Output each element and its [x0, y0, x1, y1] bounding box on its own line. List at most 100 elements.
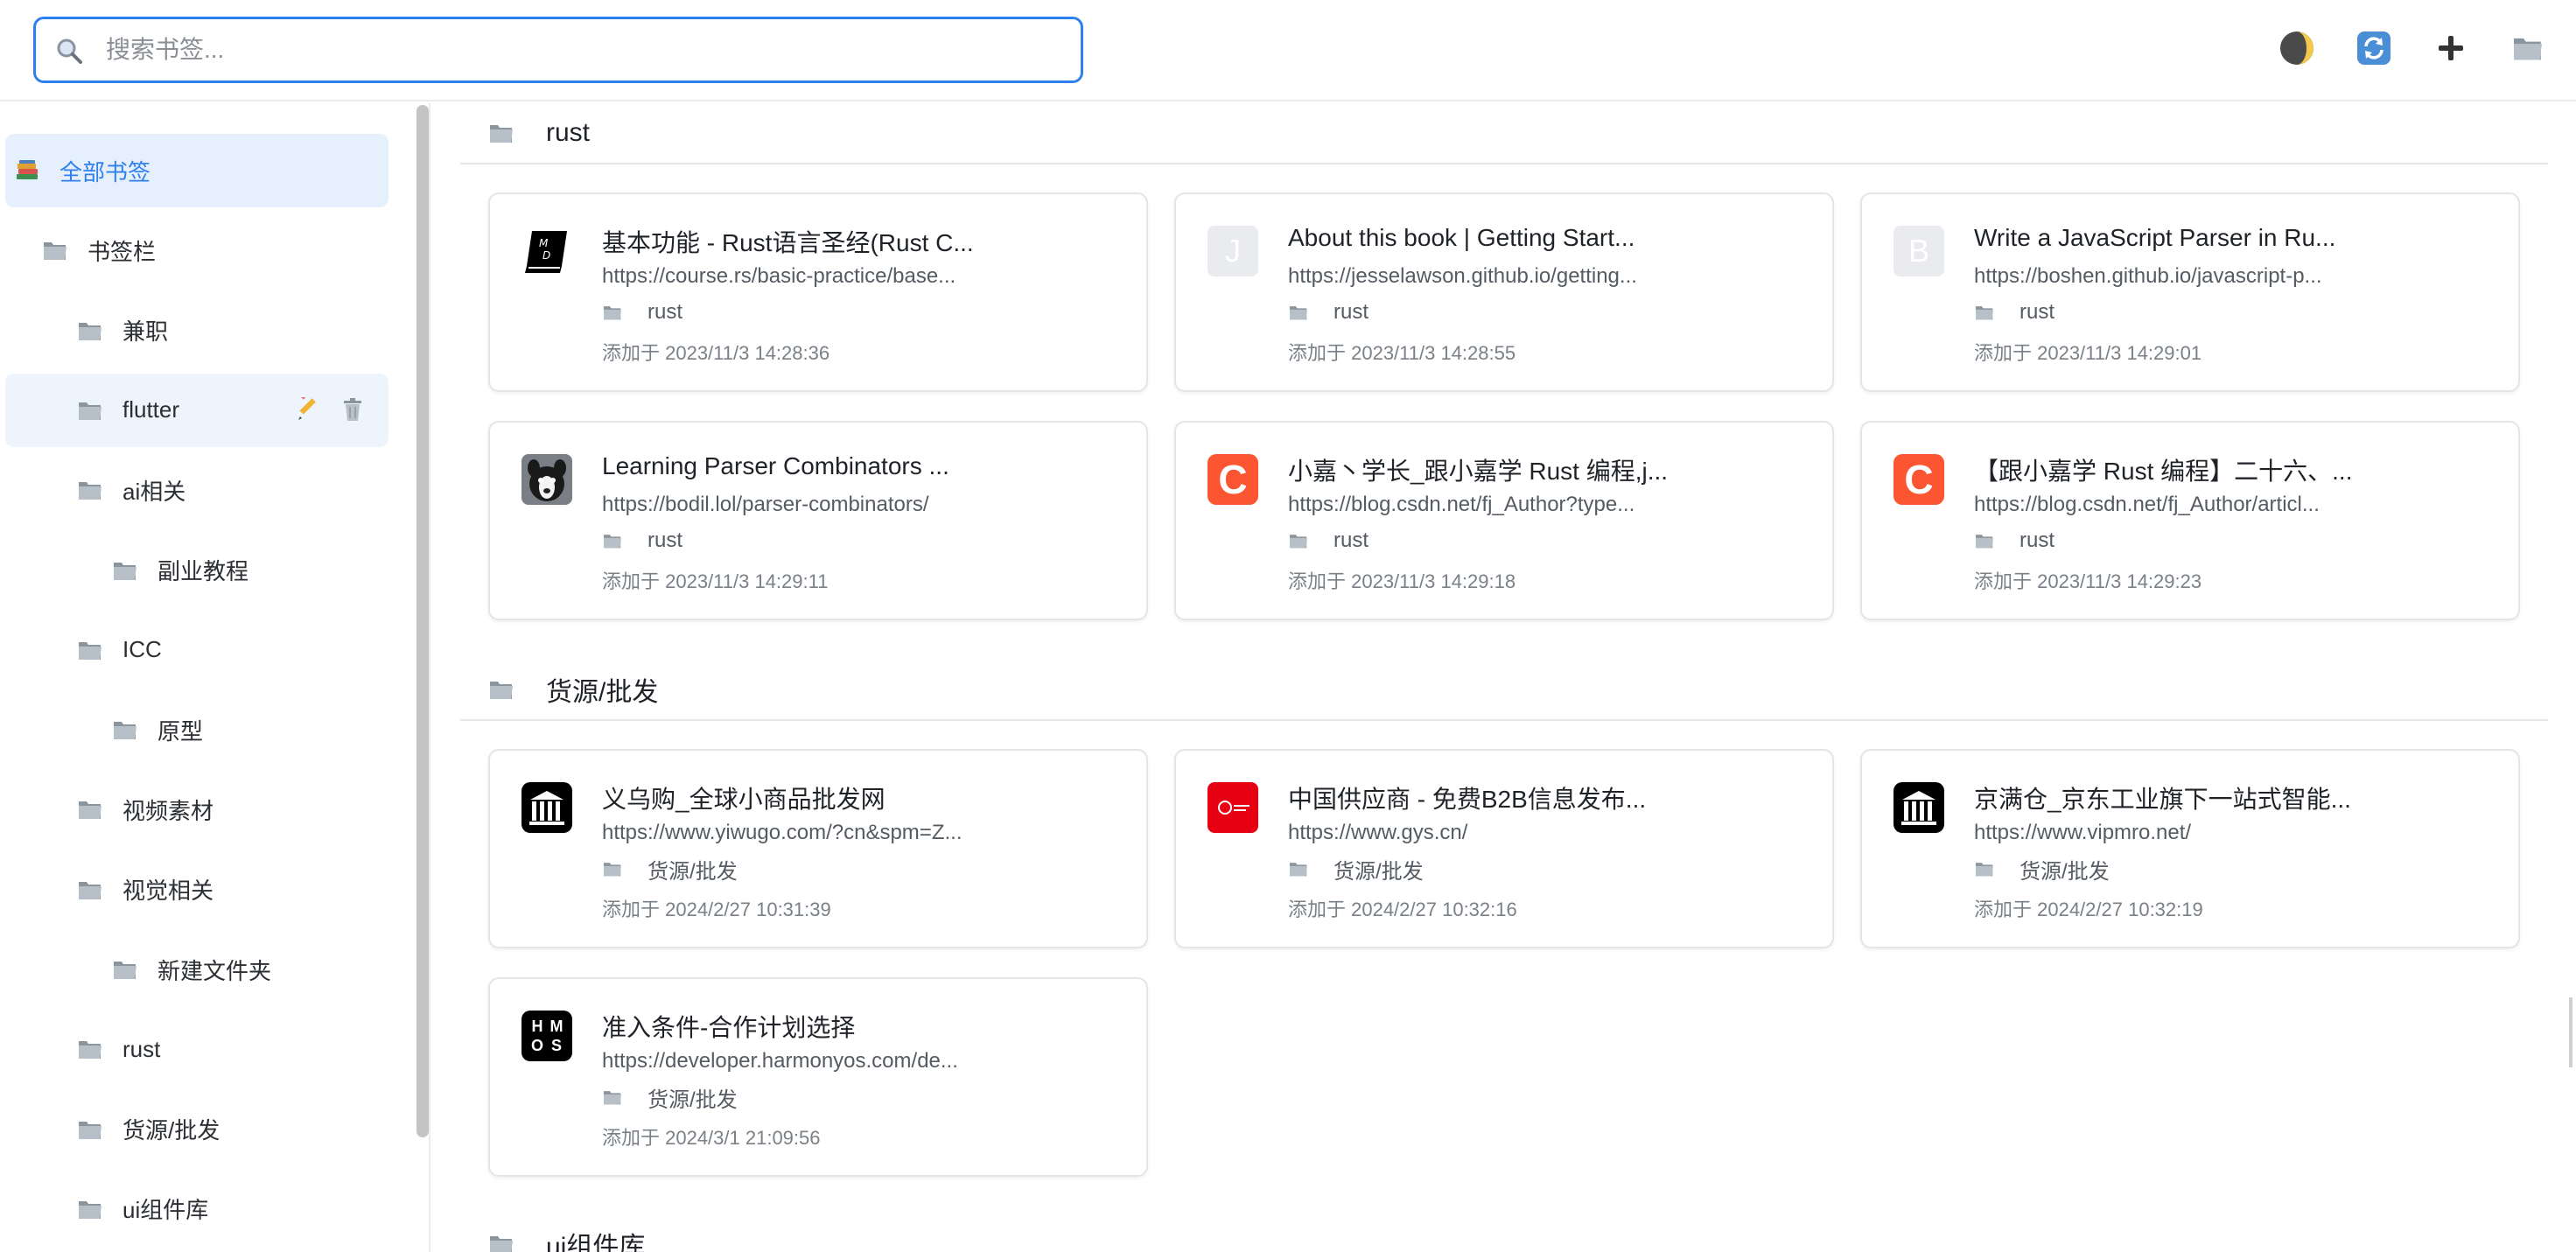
bookmark-folder: rust — [1974, 528, 2054, 554]
bookmark-card[interactable]: J About this book | Getting Start... https… — [1174, 192, 1834, 392]
svg-text:D: D — [542, 249, 550, 262]
bookmark-card[interactable]: 义乌购_全球小商品批发网 https://www.yiwugo.com/?cn&s… — [488, 749, 1148, 948]
bookmark-date: 添加于 2024/2/27 10:31:39 — [602, 899, 831, 920]
sidebar-item-label: 新建文件夹 — [158, 957, 272, 984]
bookmark-title[interactable]: 基本功能 - Rust语言圣经(Rust C... — [602, 224, 1127, 259]
folder-icon — [2514, 38, 2542, 60]
bookmark-card[interactable]: Learning Parser Combinators ... https://b… — [488, 421, 1148, 620]
csdn-letter: C — [1904, 457, 1934, 502]
bookmark-title[interactable]: 中国供应商 - 免费B2B信息发布... — [1288, 780, 1813, 815]
bookmark-card[interactable]: B Write a JavaScript Parser in Ru... https… — [1860, 192, 2520, 392]
section-title: ui组件库 — [546, 1233, 646, 1252]
search-input[interactable] — [106, 28, 1051, 72]
bookmark-date: 添加于 2023/11/3 14:29:11 — [602, 570, 829, 592]
sidebar-item[interactable]: 货源/批发 — [5, 1093, 388, 1166]
folder-icon — [44, 242, 66, 261]
bookmark-url: https://www.vipmro.net/ — [1974, 821, 2192, 844]
folder-icon — [79, 1121, 102, 1139]
sidebar-item[interactable]: 副业教程 — [5, 534, 388, 607]
bookmark-card[interactable]: C 【跟小嘉学 Rust 编程】二十六、... https://blog.csdn.… — [1860, 421, 2520, 620]
folder-icon — [114, 722, 136, 740]
sidebar-item[interactable]: 原型 — [5, 693, 388, 766]
search-box[interactable] — [33, 17, 1083, 83]
bookmark-folder-name: rust — [1334, 528, 1369, 552]
folder-icon — [79, 322, 102, 340]
bookmark-url: https://blog.csdn.net/fj_Author/articl..… — [1974, 493, 2320, 516]
bookmark-card[interactable]: C 小嘉丶学长_跟小嘉学 Rust 编程,j... https://blog.csd… — [1174, 421, 1834, 620]
edit-folder-button[interactable] — [294, 396, 320, 423]
sidebar-item-label: 视觉相关 — [122, 878, 214, 905]
bookmark-url: https://blog.csdn.net/fj_Author?type... — [1288, 493, 1635, 516]
delete-folder-button[interactable] — [340, 396, 366, 423]
sidebar-item[interactable]: flutter — [5, 373, 388, 447]
folder-icon — [1976, 306, 1993, 320]
bookmark-folder: 货源/批发 — [602, 856, 738, 884]
section-title: 货源/批发 — [546, 678, 659, 707]
bookmark-title[interactable]: Learning Parser Combinators ... — [602, 452, 1127, 480]
bookmark-title[interactable]: 京满仓_京东工业旗下一站式智能... — [1974, 780, 2499, 815]
sidebar-item[interactable]: 新建文件夹 — [5, 933, 388, 1006]
theme-toggle-button[interactable] — [2275, 26, 2319, 70]
sidebar-item[interactable]: ai相关 — [5, 453, 388, 527]
bookmark-title[interactable]: 准入条件-合作计划选择 — [602, 1009, 1127, 1044]
sidebar-item[interactable]: ICC — [5, 613, 388, 687]
svg-text:M: M — [539, 237, 549, 249]
sidebar-item-label: 货源/批发 — [122, 1117, 220, 1144]
pillars-logo-icon — [522, 782, 572, 833]
sidebar-item[interactable]: 视觉相关 — [5, 853, 388, 927]
folder-icon — [1290, 535, 1307, 549]
bookmark-folder: rust — [602, 528, 682, 554]
bookmark-folder-name: rust — [2020, 300, 2055, 324]
bookmark-url: https://bodil.lol/parser-combinators/ — [602, 493, 929, 516]
hmos-letter: M — [550, 1018, 564, 1035]
bookmark-folder-name: 货源/批发 — [2020, 859, 2110, 884]
hmos-letter: O — [530, 1037, 543, 1054]
bookmark-date: 添加于 2023/11/3 14:29:01 — [1974, 342, 2202, 364]
bookmark-url: https://boshen.github.io/javascript-p... — [1974, 264, 2322, 288]
csdn-letter: C — [1218, 457, 1248, 502]
bookmark-url: https://course.rs/basic-practice/base... — [602, 264, 956, 288]
pencil-icon — [298, 396, 316, 420]
sidebar-item-label: 兼职 — [122, 318, 169, 346]
bookmark-card[interactable]: 京满仓_京东工业旗下一站式智能... https://www.vipmro.net… — [1860, 749, 2520, 948]
sidebar-item[interactable]: 视频素材 — [5, 773, 388, 846]
section-header: ui组件库 — [460, 1214, 2548, 1252]
bookmark-folder-name: rust — [648, 528, 683, 552]
sidebar-scrollbar[interactable] — [416, 105, 429, 1137]
add-button[interactable] — [2429, 26, 2473, 70]
bookmark-title[interactable]: Write a JavaScript Parser in Ru... — [1974, 224, 2499, 252]
folder-icon — [114, 562, 136, 580]
sidebar-item-label: 副业教程 — [158, 558, 249, 584]
bookmark-date: 添加于 2023/11/3 14:29:18 — [1288, 570, 1516, 592]
folder-button[interactable] — [2506, 26, 2550, 70]
bookmark-folder: rust — [1288, 528, 1368, 554]
bookmark-title[interactable]: 【跟小嘉学 Rust 编程】二十六、... — [1974, 452, 2499, 487]
bookmark-folder-name: 货源/批发 — [648, 1088, 738, 1112]
bookmark-date: 添加于 2023/11/3 14:28:55 — [1288, 342, 1516, 364]
section-header: 货源/批发 — [460, 660, 2548, 721]
bookmark-folder: rust — [602, 299, 682, 325]
sidebar-item-label: 原型 — [158, 717, 204, 745]
bookmark-card[interactable]: H M O S 准入条件-合作计划选择 https://developer.harmony… — [488, 977, 1148, 1177]
bookmark-title[interactable]: About this book | Getting Start... — [1288, 224, 1813, 252]
bookmark-url: https://www.gys.cn/ — [1288, 821, 1468, 844]
folder-icon — [79, 1200, 102, 1219]
sidebar-item[interactable]: 全部书签 — [5, 134, 388, 207]
sidebar-item[interactable]: 书签栏 — [5, 213, 388, 287]
bookmark-title[interactable]: 小嘉丶学长_跟小嘉学 Rust 编程,j... — [1288, 452, 1813, 487]
bookmark-url: https://www.yiwugo.com/?cn&spm=Z... — [602, 821, 962, 844]
section-title: rust — [546, 118, 591, 147]
bookmark-card[interactable]: 中国供应商 - 免费B2B信息发布... https://www.gys.cn/货… — [1174, 749, 1834, 948]
section-header: rust — [460, 103, 2548, 164]
sidebar-item[interactable]: 兼职 — [5, 294, 388, 367]
folder-icon — [79, 881, 102, 899]
bookmark-title[interactable]: 义乌购_全球小商品批发网 — [602, 780, 1127, 815]
bookmark-folder-name: rust — [1334, 300, 1369, 324]
letter-avatar-icon: B — [1894, 226, 1944, 276]
sidebar-item[interactable]: rust — [5, 1012, 388, 1086]
sidebar-item-label: 全部书签 — [60, 158, 151, 185]
bookmark-card[interactable]: M D 基本功能 - Rust语言圣经(Rust C... https://cours… — [488, 192, 1148, 392]
sync-button[interactable] — [2352, 26, 2396, 70]
gys-logo-icon — [1208, 782, 1258, 833]
sidebar-item[interactable]: ui组件库 — [5, 1172, 388, 1246]
